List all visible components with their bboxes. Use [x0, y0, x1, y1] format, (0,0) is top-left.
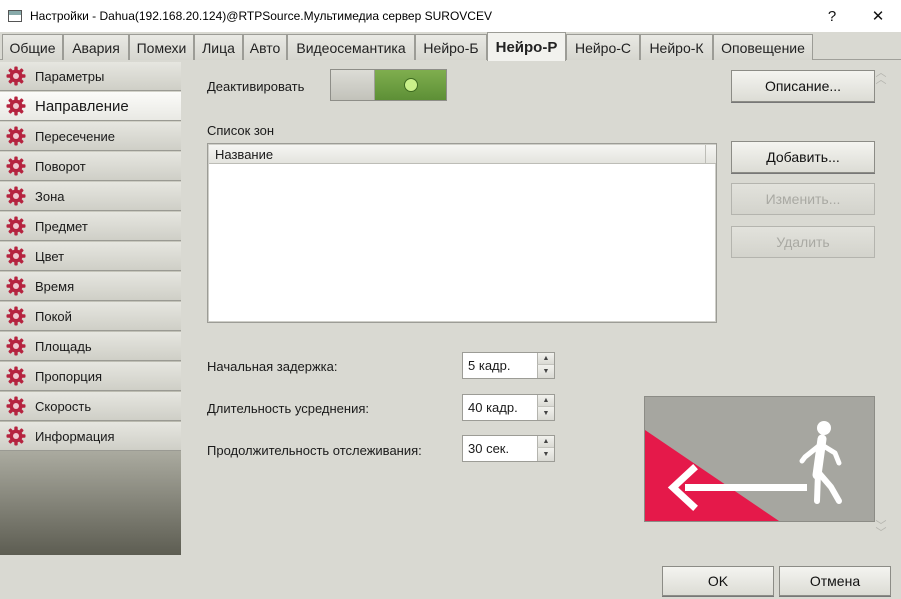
sidebar-item-information[interactable]: Информация: [0, 422, 181, 451]
gear-icon: [6, 306, 26, 326]
sidebar-item-crossing[interactable]: Пересечение: [0, 122, 181, 151]
zone-list[interactable]: Название: [207, 143, 717, 323]
tab-neuro-s[interactable]: Нейро-С: [566, 34, 640, 60]
sidebar-item-label: Предмет: [35, 218, 88, 234]
sidebar-item-label: Пересечение: [35, 128, 116, 144]
spin-down-icon[interactable]: ▼: [537, 365, 554, 378]
sidebar-item-label: Направление: [35, 97, 129, 115]
sidebar-item-label: Цвет: [35, 248, 65, 264]
tracking-label: Продолжительность отслеживания:: [207, 443, 422, 458]
scroll-up-icon[interactable]: ︿ ︿: [872, 68, 890, 86]
toggle-knob-icon: [404, 78, 418, 92]
sidebar-item-parameters[interactable]: Параметры: [0, 62, 181, 91]
add-zone-button[interactable]: Добавить...: [731, 141, 875, 173]
gear-icon: [6, 276, 26, 296]
tab-bar: Общие Авария Помехи Лица Авто Видеосеман…: [0, 32, 901, 61]
sidebar-item-label: Зона: [35, 188, 65, 204]
gear-icon: [6, 96, 26, 116]
ok-button[interactable]: OK: [662, 566, 774, 596]
sidebar-item-zone[interactable]: Зона: [0, 182, 181, 211]
deactivate-toggle[interactable]: [330, 69, 447, 101]
close-button[interactable]: ✕: [855, 0, 901, 32]
sidebar-item-label: Параметры: [35, 68, 105, 84]
direction-preview: [644, 396, 875, 522]
sidebar-item-label: Поворот: [35, 158, 86, 174]
sidebar-item-label: Пропорция: [35, 368, 103, 384]
tab-neuro-r[interactable]: Нейро-Р: [487, 32, 566, 61]
app-icon: [8, 10, 22, 22]
gear-icon: [6, 246, 26, 266]
tab-faces[interactable]: Лица: [194, 34, 243, 60]
spin-down-icon[interactable]: ▼: [537, 407, 554, 420]
tracking-spinbox[interactable]: 30 сек. ▲ ▼: [462, 435, 555, 462]
sidebar-item-direction[interactable]: Направление: [0, 92, 181, 121]
tab-neuro-k[interactable]: Нейро-К: [640, 34, 713, 60]
sidebar-item-object[interactable]: Предмет: [0, 212, 181, 241]
averaging-label: Длительность усреднения:: [207, 401, 369, 416]
sidebar-item-proportion[interactable]: Пропорция: [0, 362, 181, 391]
gear-icon: [6, 396, 26, 416]
spin-up-icon[interactable]: ▲: [537, 436, 554, 448]
averaging-spinbox[interactable]: 40 кадр. ▲ ▼: [462, 394, 555, 421]
tab-alarm[interactable]: Авария: [63, 34, 129, 60]
spin-up-icon[interactable]: ▲: [537, 395, 554, 407]
initial-delay-spinbox[interactable]: 5 кадр. ▲ ▼: [462, 352, 555, 379]
spin-down-icon[interactable]: ▼: [537, 448, 554, 461]
spin-up-icon[interactable]: ▲: [537, 353, 554, 365]
tab-neuro-b[interactable]: Нейро-Б: [415, 34, 487, 60]
deactivate-label: Деактивировать: [207, 79, 305, 94]
walking-person-icon: [799, 421, 842, 504]
gear-icon: [6, 426, 26, 446]
help-button[interactable]: ?: [809, 0, 855, 32]
direction-illustration: [645, 421, 842, 521]
sidebar-item-label: Покой: [35, 308, 72, 324]
sidebar-item-speed[interactable]: Скорость: [0, 392, 181, 421]
sidebar-item-label: Время: [35, 278, 75, 294]
averaging-value: 40 кадр.: [468, 400, 518, 415]
gear-icon: [6, 66, 26, 86]
tab-notification[interactable]: Оповещение: [713, 34, 813, 60]
initial-delay-value: 5 кадр.: [468, 358, 511, 373]
gear-icon: [6, 216, 26, 236]
gear-icon: [6, 336, 26, 356]
sidebar: Параметры Направление Пересечение Поворо…: [0, 62, 181, 555]
sidebar-item-label: Площадь: [35, 338, 92, 354]
sidebar-item-color[interactable]: Цвет: [0, 242, 181, 271]
gear-icon: [6, 126, 26, 146]
zones-label: Список зон: [207, 123, 275, 138]
gear-icon: [6, 186, 26, 206]
zone-header-filler: [705, 145, 716, 164]
gear-icon: [6, 156, 26, 176]
sidebar-item-time[interactable]: Время: [0, 272, 181, 301]
scroll-down-icon[interactable]: ﹀ ﹀: [872, 521, 890, 539]
delete-zone-button[interactable]: Удалить: [731, 226, 875, 258]
zone-triangle: [645, 430, 779, 521]
gear-icon: [6, 366, 26, 386]
main-panel: Деактивировать Описание... ︿ ︿ Список зон…: [181, 62, 901, 596]
sidebar-item-area[interactable]: Площадь: [0, 332, 181, 361]
cancel-button[interactable]: Отмена: [779, 566, 891, 596]
tab-noise[interactable]: Помехи: [129, 34, 194, 60]
title-bar: Настройки - Dahua(192.168.20.124)@RTPSou…: [0, 0, 901, 32]
tab-general[interactable]: Общие: [2, 34, 63, 60]
sidebar-item-label: Скорость: [35, 398, 92, 414]
initial-delay-label: Начальная задержка:: [207, 359, 338, 374]
edit-zone-button[interactable]: Изменить...: [731, 183, 875, 215]
tab-auto[interactable]: Авто: [243, 34, 287, 60]
description-button[interactable]: Описание...: [731, 70, 875, 102]
sidebar-item-rest[interactable]: Покой: [0, 302, 181, 331]
tracking-value: 30 сек.: [468, 441, 510, 456]
tab-video-semantics[interactable]: Видеосемантика: [287, 34, 415, 60]
toggle-on-segment: [375, 70, 446, 100]
zone-column-header[interactable]: Название: [209, 145, 705, 164]
sidebar-item-turn[interactable]: Поворот: [0, 152, 181, 181]
window-title: Настройки - Dahua(192.168.20.124)@RTPSou…: [30, 9, 492, 23]
sidebar-item-label: Информация: [35, 428, 115, 444]
toggle-off-segment: [331, 70, 375, 100]
